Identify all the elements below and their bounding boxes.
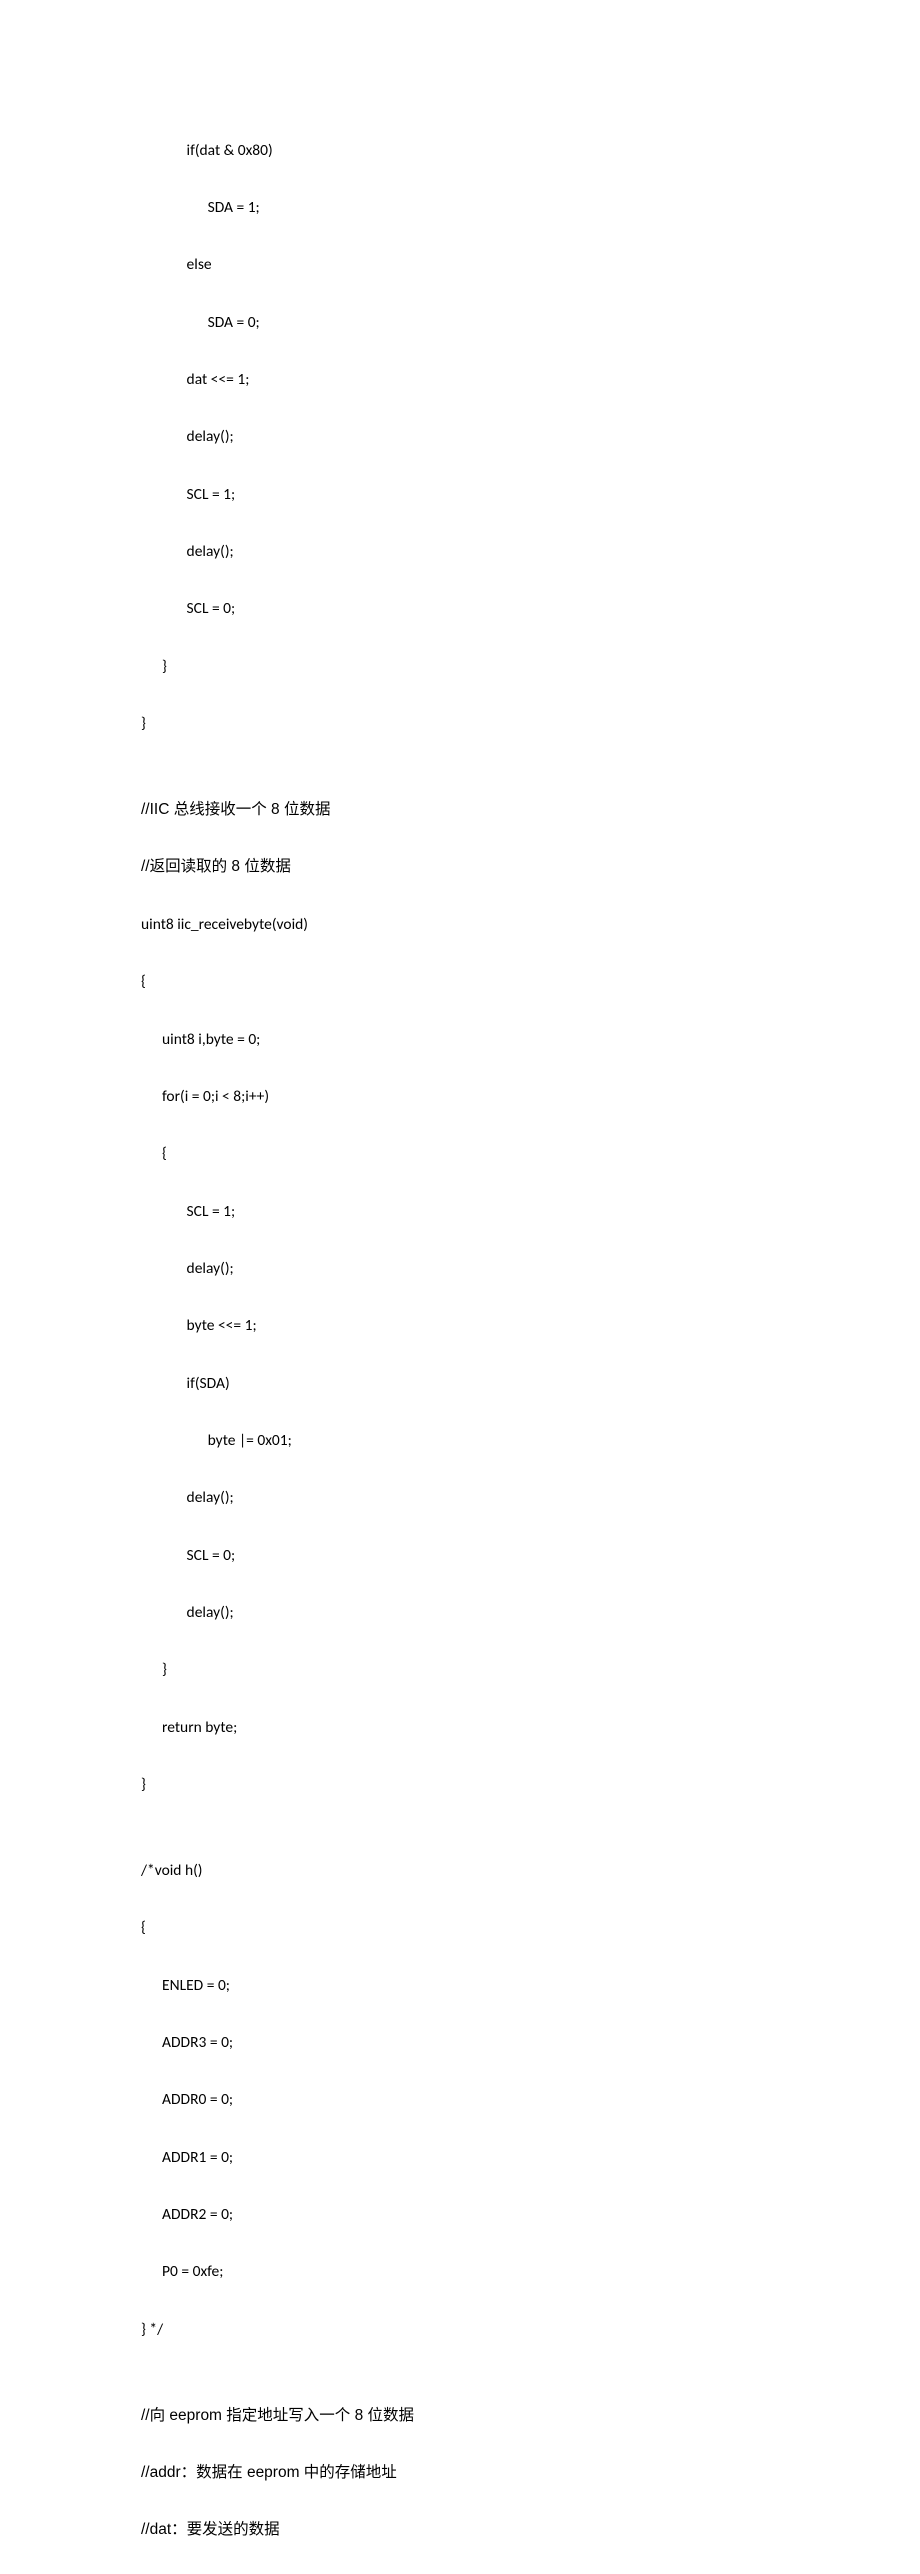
comment-line: //addr：数据在 eeprom 中的存储地址: [141, 2459, 920, 2488]
code-line: }: [141, 653, 920, 682]
comment-line: //dat：要发送的数据: [141, 2516, 920, 2545]
code-line: uint8 i,byte = 0;: [141, 1026, 920, 1055]
code-line: if(dat & 0x80): [141, 137, 920, 166]
code-line: P0 = 0xfe;: [141, 2258, 920, 2287]
code-line: SCL = 0;: [141, 1542, 920, 1571]
code-line: ADDR2 = 0;: [141, 2201, 920, 2230]
code-line: {: [141, 968, 920, 997]
code-line: } */: [141, 2316, 920, 2345]
code-line: ADDR0 = 0;: [141, 2086, 920, 2115]
code-line: byte |= 0x01;: [141, 1427, 920, 1456]
code-line: }: [141, 1656, 920, 1685]
code-line: ENLED = 0;: [141, 1972, 920, 2001]
code-line: uint8 iic_receivebyte(void): [141, 911, 920, 940]
code-line: ADDR3 = 0;: [141, 2029, 920, 2058]
comment-line: //返回读取的 8 位数据: [141, 853, 920, 882]
document-page: if(dat & 0x80) SDA = 1; else SDA = 0; da…: [0, 0, 920, 2574]
code-line: SCL = 1;: [141, 1198, 920, 1227]
code-line: for(i = 0;i < 8;i++): [141, 1083, 920, 1112]
comment-line: //IIC 总线接收一个 8 位数据: [141, 796, 920, 825]
code-line: delay();: [141, 1599, 920, 1628]
code-line: delay();: [141, 1484, 920, 1513]
code-line: ADDR1 = 0;: [141, 2144, 920, 2173]
code-line: else: [141, 251, 920, 280]
code-line: delay();: [141, 423, 920, 452]
code-line: delay();: [141, 1255, 920, 1284]
code-line: delay();: [141, 538, 920, 567]
code-line: byte <<= 1;: [141, 1312, 920, 1341]
code-line: SCL = 1;: [141, 481, 920, 510]
code-line: if(SDA): [141, 1370, 920, 1399]
code-line: /*void h(): [141, 1857, 920, 1886]
comment-line: //向 eeprom 指定地址写入一个 8 位数据: [141, 2402, 920, 2431]
code-line: }: [141, 710, 920, 739]
code-line: return byte;: [141, 1714, 920, 1743]
code-line: SDA = 1;: [141, 194, 920, 223]
code-line: {: [141, 1914, 920, 1943]
code-line: SCL = 0;: [141, 595, 920, 624]
code-line: }: [141, 1771, 920, 1800]
code-line: dat <<= 1;: [141, 366, 920, 395]
code-line: SDA = 0;: [141, 309, 920, 338]
code-line: {: [141, 1140, 920, 1169]
